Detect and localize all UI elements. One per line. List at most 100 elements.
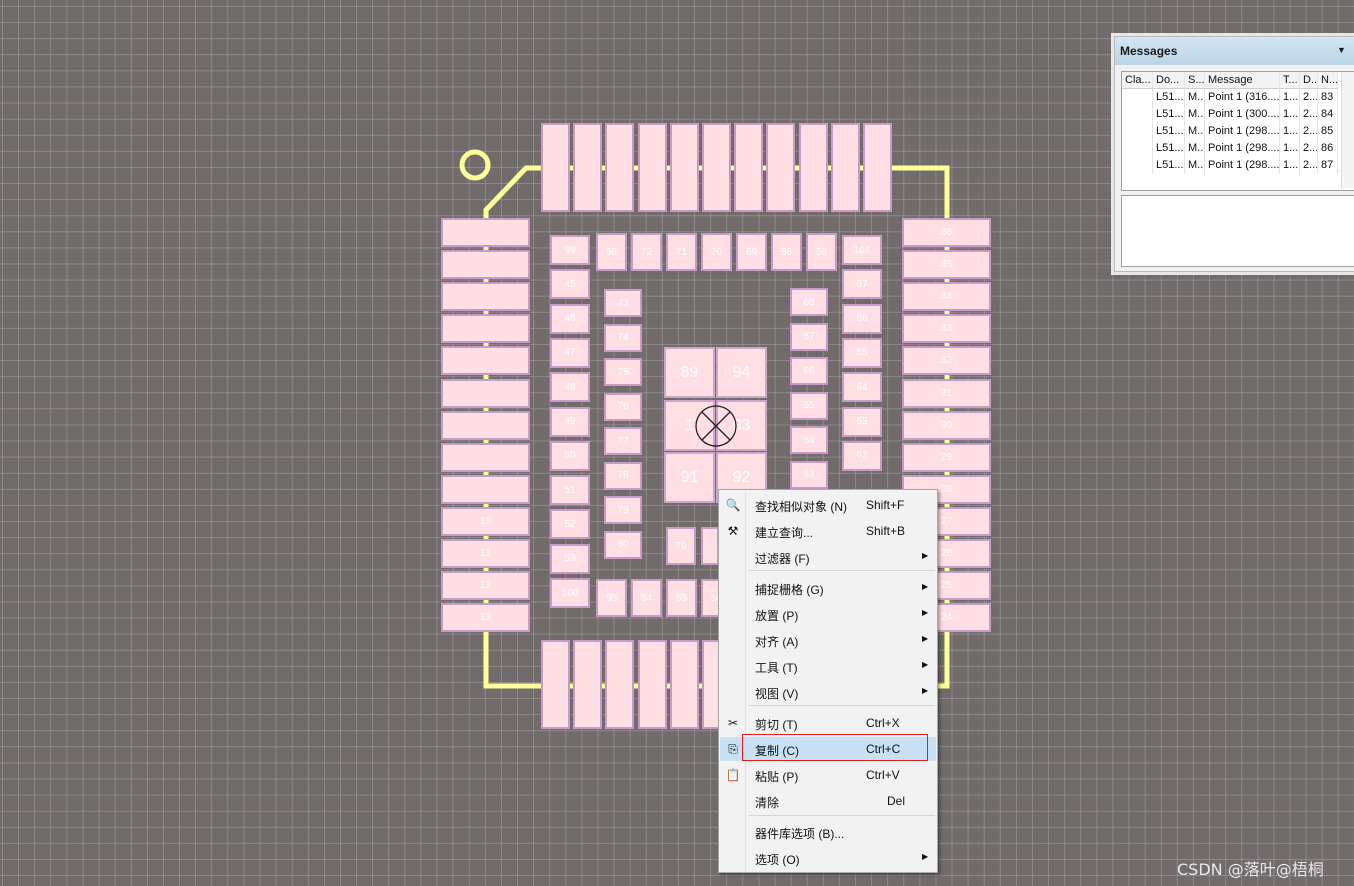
- message-row[interactable]: L51... M... Point 1 (298.... 1... 2... 85: [1122, 123, 1354, 140]
- pad[interactable]: 49: [550, 406, 590, 437]
- pad[interactable]: [830, 123, 860, 212]
- pad[interactable]: 99: [550, 235, 590, 265]
- pad[interactable]: 50: [550, 440, 590, 471]
- menu-clear-item[interactable]: 清除 Del: [720, 789, 936, 813]
- pad[interactable]: 104: [842, 235, 882, 265]
- pad[interactable]: [441, 442, 530, 472]
- pad[interactable]: 58: [771, 233, 802, 271]
- menu-paste-item[interactable]: 📋 粘贴 (P) Ctrl+V: [720, 763, 936, 787]
- pad[interactable]: 12: [441, 571, 530, 601]
- pad[interactable]: [766, 123, 796, 212]
- pad[interactable]: 75: [604, 358, 642, 386]
- menu-build-query-item[interactable]: ⚒ 建立查询... Shift+B: [720, 519, 936, 543]
- pad[interactable]: [573, 640, 603, 729]
- pad[interactable]: 51: [550, 475, 590, 506]
- pad[interactable]: 35: [902, 250, 991, 280]
- column-header[interactable]: T...: [1280, 72, 1300, 89]
- pad[interactable]: [441, 218, 530, 247]
- panel-menu-dropdown-icon[interactable]: ▼: [1337, 45, 1346, 55]
- message-row[interactable]: L51... M... Point 1 (300.... 1... 2... 84: [1122, 106, 1354, 123]
- pad[interactable]: 89: [664, 347, 715, 398]
- pad[interactable]: 53: [550, 543, 590, 574]
- pad[interactable]: [669, 123, 699, 212]
- pad[interactable]: 46: [550, 303, 590, 334]
- pad[interactable]: 63: [790, 460, 828, 489]
- pad[interactable]: [541, 123, 570, 212]
- pad[interactable]: [702, 123, 731, 212]
- column-header[interactable]: Do...: [1153, 72, 1185, 89]
- pad[interactable]: 55: [666, 579, 697, 617]
- menu-tools-item[interactable]: 工具 (T) ▶: [720, 654, 936, 678]
- pad[interactable]: 67: [842, 269, 882, 300]
- column-header[interactable]: N...: [1318, 72, 1338, 89]
- pad[interactable]: [441, 314, 530, 344]
- pad[interactable]: 13: [441, 603, 530, 633]
- pad[interactable]: 67: [790, 322, 828, 351]
- pad[interactable]: 30: [902, 410, 991, 440]
- menu-cut-item[interactable]: ✂ 剪切 (T) Ctrl+X: [720, 711, 936, 735]
- pad[interactable]: 78: [604, 461, 642, 490]
- pad[interactable]: 11: [441, 539, 530, 568]
- pad[interactable]: [605, 640, 635, 729]
- column-header[interactable]: Message: [1205, 72, 1280, 89]
- pad[interactable]: 59: [806, 233, 837, 271]
- menu-filter-item[interactable]: 过滤器 (F) ▶: [720, 545, 936, 569]
- pad[interactable]: 71: [666, 233, 697, 271]
- pad[interactable]: 54: [631, 579, 662, 617]
- pad[interactable]: 91: [664, 452, 715, 503]
- pad[interactable]: 45: [550, 269, 590, 300]
- pad[interactable]: 74: [604, 323, 642, 352]
- pad[interactable]: [441, 410, 530, 440]
- column-header[interactable]: Cla...: [1122, 72, 1153, 89]
- pad[interactable]: [669, 640, 699, 729]
- menu-find-similar-item[interactable]: 🔍 查找相似对象 (N) Shift+F: [720, 493, 936, 517]
- pad[interactable]: 94: [716, 347, 767, 398]
- pad[interactable]: 98: [596, 233, 627, 271]
- pad[interactable]: [605, 123, 635, 212]
- pad[interactable]: 80: [604, 530, 642, 559]
- pad[interactable]: 70: [701, 233, 732, 271]
- messages-table[interactable]: Cla... Do... S... Message T... D... N...…: [1121, 71, 1354, 191]
- pad[interactable]: [441, 346, 530, 376]
- pad[interactable]: [701, 527, 719, 565]
- pad[interactable]: 36: [902, 218, 991, 247]
- pad[interactable]: [573, 123, 603, 212]
- pad[interactable]: 64: [842, 372, 882, 403]
- pad[interactable]: 64: [790, 426, 828, 454]
- menu-snap-grid-item[interactable]: 捕捉栅格 (G) ▶: [720, 576, 936, 600]
- pad[interactable]: 32: [902, 346, 991, 376]
- pad[interactable]: [637, 123, 667, 212]
- pad[interactable]: 73: [604, 289, 642, 317]
- pad[interactable]: [441, 474, 530, 504]
- pad[interactable]: 66: [790, 357, 828, 385]
- menu-options-item[interactable]: 选项 (O) ▶: [720, 846, 936, 870]
- pad[interactable]: 62: [842, 440, 882, 471]
- pad[interactable]: 63: [842, 406, 882, 437]
- pad[interactable]: 34: [902, 282, 991, 312]
- pad[interactable]: 33: [902, 314, 991, 344]
- pad[interactable]: 72: [631, 233, 662, 271]
- pad[interactable]: [798, 123, 828, 212]
- menu-align-item[interactable]: 对齐 (A) ▶: [720, 628, 936, 652]
- pad[interactable]: [441, 282, 530, 312]
- pad[interactable]: 100: [550, 578, 590, 608]
- message-row[interactable]: L51... M... Point 1 (316.... 1... 2... 83: [1122, 89, 1354, 106]
- column-header[interactable]: D...: [1300, 72, 1318, 89]
- pad[interactable]: [863, 123, 892, 212]
- pad[interactable]: [734, 123, 764, 212]
- column-header[interactable]: S...: [1185, 72, 1205, 89]
- pad[interactable]: 65: [790, 391, 828, 420]
- pad[interactable]: 47: [550, 337, 590, 368]
- pad[interactable]: 77: [604, 427, 642, 455]
- pad[interactable]: [441, 378, 530, 408]
- messages-scrollbar[interactable]: [1341, 72, 1354, 189]
- pad[interactable]: 10: [441, 506, 530, 536]
- pad[interactable]: [441, 250, 530, 280]
- pad[interactable]: [541, 640, 570, 729]
- menu-library-options-item[interactable]: 器件库选项 (B)...: [720, 820, 936, 844]
- menu-view-item[interactable]: 视图 (V) ▶: [720, 680, 936, 704]
- pad[interactable]: 52: [550, 509, 590, 540]
- pad[interactable]: 68: [790, 288, 828, 316]
- pad[interactable]: 65: [842, 337, 882, 368]
- pad[interactable]: 29: [902, 442, 991, 472]
